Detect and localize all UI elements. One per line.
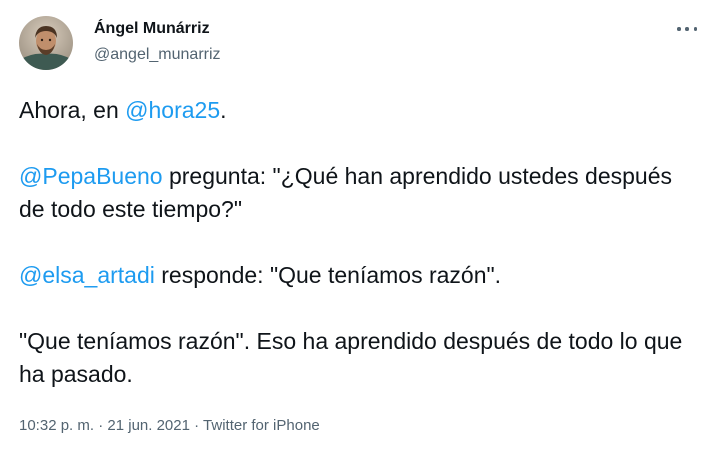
separator: · [189,417,204,434]
tweet-paragraph: @PepaBueno pregunta: "¿Qué han aprendido… [19,160,699,226]
tweet-card: Ángel Munárriz @angel_munarriz Ahora, en… [0,0,717,454]
more-options-button[interactable] [677,24,697,34]
separator: · [94,417,108,434]
text-run: . [220,97,227,123]
author-names: Ángel Munárriz @angel_munarriz [94,19,221,65]
text-run: Ahora, en [19,97,126,123]
more-horizontal-icon-dot [685,27,689,31]
text-run: responde: "Que teníamos razón". [154,262,502,288]
tweet-paragraph: Ahora, en @hora25. [19,94,699,127]
tweet-source[interactable]: Twitter for iPhone [203,417,320,434]
more-horizontal-icon-dot [693,27,697,31]
tweet-header: Ángel Munárriz @angel_munarriz [19,16,699,72]
mention-link[interactable]: @PepaBueno [19,163,163,189]
mention-link[interactable]: @elsa_artadi [19,262,155,288]
tweet-time[interactable]: 10:32 p. m. [19,417,94,434]
text-run: "Que teníamos razón". Eso ha aprendido d… [19,328,683,387]
tweet-paragraph: "Que teníamos razón". Eso ha aprendido d… [19,325,699,391]
author-handle[interactable]: @angel_munarriz [94,45,221,65]
avatar[interactable] [19,16,73,70]
more-horizontal-icon [677,27,681,31]
mention-link[interactable]: @hora25 [125,97,220,123]
tweet-text: Ahora, en @hora25. @PepaBueno pregunta: … [19,94,699,391]
tweet-date[interactable]: 21 jun. 2021 [107,417,190,434]
tweet-metadata: 10:32 p. m. · 21 jun. 2021 · Twitter for… [19,416,320,436]
tweet-paragraph: @elsa_artadi responde: "Que teníamos raz… [19,259,699,292]
avatar-image [19,16,73,70]
author-display-name[interactable]: Ángel Munárriz [94,19,221,39]
